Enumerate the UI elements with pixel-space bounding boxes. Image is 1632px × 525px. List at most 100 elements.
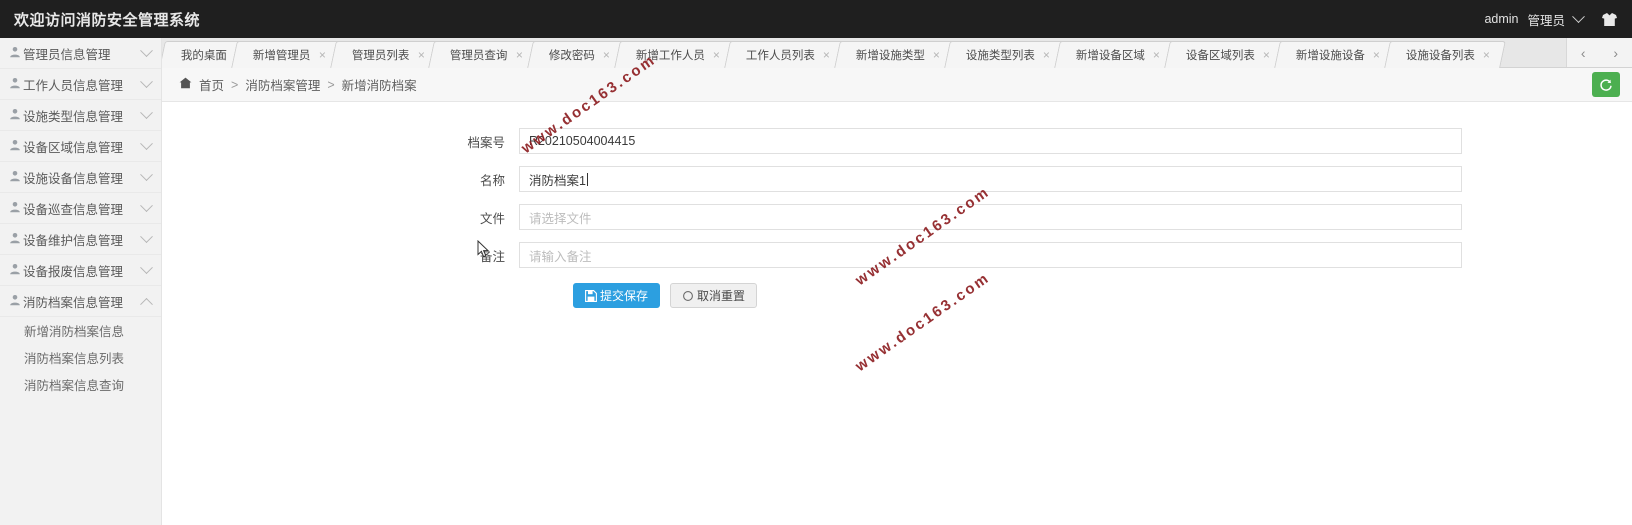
- sidebar-item-label: 管理员信息管理: [23, 47, 111, 62]
- close-icon[interactable]: ×: [712, 48, 719, 62]
- person-icon: [9, 201, 21, 216]
- refresh-button[interactable]: [1592, 72, 1620, 97]
- tab-admin-list[interactable]: 管理员列表 ×: [329, 41, 440, 68]
- tab-facility-device-list[interactable]: 设施设备列表 ×: [1383, 41, 1506, 68]
- close-icon[interactable]: ×: [1043, 48, 1050, 62]
- close-icon[interactable]: ×: [932, 48, 939, 62]
- tab-label: 新增设施设备: [1295, 50, 1365, 62]
- sidebar-item-facility-device-info[interactable]: 设施设备信息管理: [0, 162, 161, 193]
- tab-facility-type-list[interactable]: 设施类型列表 ×: [943, 41, 1066, 68]
- tab-add-staff[interactable]: 新增工作人员 ×: [613, 41, 736, 68]
- sidebar-submenu: 新增消防档案信息 消防档案信息列表 消防档案信息查询: [0, 317, 161, 398]
- close-icon[interactable]: ×: [318, 48, 325, 62]
- cancel-reset-button[interactable]: 取消重置: [670, 283, 758, 308]
- breadcrumb-item-archive-mgmt[interactable]: 消防档案管理: [245, 75, 320, 94]
- name-value: 消防档案1: [528, 173, 586, 188]
- chevron-down-icon[interactable]: [140, 136, 153, 150]
- sidebar-item-admin-info[interactable]: 管理员信息管理: [0, 38, 161, 69]
- remark-input[interactable]: 请输入备注: [518, 242, 1462, 268]
- chevron-down-icon[interactable]: [140, 105, 153, 119]
- shirt-icon[interactable]: [1601, 12, 1618, 27]
- close-icon[interactable]: ×: [1483, 48, 1490, 62]
- file-input[interactable]: 请选择文件: [518, 204, 1462, 230]
- close-icon[interactable]: ×: [417, 48, 424, 62]
- file-placeholder: 请选择文件: [528, 211, 592, 226]
- chevron-down-icon[interactable]: [140, 229, 153, 243]
- sidebar: 管理员信息管理 工作人员信息管理 设施类型信息管理 设备区域信息管理 设施设备信…: [0, 38, 162, 525]
- form-row-file: 文件 请选择文件: [162, 204, 1462, 230]
- chevron-right-icon[interactable]: ›: [1608, 45, 1623, 61]
- application-root: 欢迎访问消防安全管理系统 admin 管理员 管理员信息管理 工作人员信息管理 …: [0, 0, 1632, 525]
- close-icon[interactable]: ×: [1263, 48, 1270, 62]
- remark-placeholder: 请输入备注: [528, 249, 592, 264]
- breadcrumb-separator: >: [327, 77, 335, 92]
- tab-strip: 我的桌面 新增管理员 × 管理员列表 × 管理员查询 × 修改密码 × 新增工作…: [162, 38, 1565, 68]
- field-label-archive-no: 档案号: [467, 135, 505, 150]
- sidebar-item-facility-type-info[interactable]: 设施类型信息管理: [0, 100, 161, 131]
- sidebar-item-label: 工作人员信息管理: [23, 78, 124, 93]
- tab-label: 工作人员列表: [745, 50, 815, 62]
- tab-add-facility-device[interactable]: 新增设施设备 ×: [1273, 41, 1396, 68]
- reset-circle-icon: [683, 290, 693, 301]
- person-icon: [9, 263, 21, 278]
- chevron-down-icon[interactable]: [140, 43, 153, 57]
- tab-change-password[interactable]: 修改密码 ×: [526, 41, 626, 68]
- close-icon[interactable]: ×: [1153, 48, 1160, 62]
- tab-bar: 我的桌面 新增管理员 × 管理员列表 × 管理员查询 × 修改密码 × 新增工作…: [162, 38, 1632, 68]
- breadcrumb: 首页 > 消防档案管理 > 新增消防档案: [162, 75, 417, 94]
- chevron-up-icon[interactable]: [140, 297, 153, 311]
- submenu-item-label: 新增消防档案信息: [24, 325, 125, 339]
- sidebar-subitem-add-fire-archive[interactable]: 新增消防档案信息: [0, 317, 161, 344]
- tab-label: 新增设备区域: [1075, 50, 1145, 62]
- save-disk-icon: [585, 289, 597, 302]
- breadcrumb-item-home[interactable]: 首页: [199, 75, 224, 94]
- header-user-area[interactable]: admin 管理员: [1484, 9, 1632, 29]
- person-icon: [9, 294, 21, 309]
- tab-admin-query[interactable]: 管理员查询 ×: [428, 41, 539, 68]
- person-icon: [9, 46, 21, 61]
- sidebar-item-device-area-info[interactable]: 设备区域信息管理: [0, 131, 161, 162]
- tab-device-area-list[interactable]: 设备区域列表 ×: [1163, 41, 1286, 68]
- field-label-remark: 备注: [479, 249, 505, 264]
- chevron-down-icon[interactable]: [140, 260, 153, 274]
- archive-no-input[interactable]: R20210504004415: [518, 128, 1462, 154]
- sidebar-item-device-inspection-info[interactable]: 设备巡查信息管理: [0, 193, 161, 224]
- chevron-down-icon[interactable]: [140, 74, 153, 88]
- tab-label: 设施设备列表: [1405, 50, 1475, 62]
- chevron-down-icon[interactable]: [140, 167, 153, 181]
- person-icon: [9, 170, 21, 185]
- sidebar-item-label: 设施类型信息管理: [23, 109, 124, 124]
- tab-add-device-area[interactable]: 新增设备区域 ×: [1053, 41, 1176, 68]
- submenu-item-label: 消防档案信息查询: [24, 379, 125, 393]
- breadcrumb-separator: >: [231, 77, 239, 92]
- content-area: 档案号 R20210504004415 名称 消防档案1 文件 请选择文件 备注…: [162, 102, 1632, 525]
- chevron-down-icon[interactable]: [140, 198, 153, 212]
- close-icon[interactable]: ×: [822, 48, 829, 62]
- chevron-down-icon[interactable]: [1572, 9, 1585, 23]
- sidebar-item-device-scrap-info[interactable]: 设备报废信息管理: [0, 255, 161, 286]
- tab-staff-list[interactable]: 工作人员列表 ×: [723, 41, 846, 68]
- sidebar-item-fire-archive-info[interactable]: 消防档案信息管理: [0, 286, 161, 317]
- form-row-remark: 备注 请输入备注: [162, 242, 1462, 268]
- tab-label: 我的桌面: [180, 50, 227, 62]
- cancel-reset-label: 取消重置: [697, 289, 746, 303]
- sidebar-item-label: 消防档案信息管理: [23, 295, 124, 310]
- close-icon[interactable]: ×: [602, 48, 609, 62]
- submit-save-button[interactable]: 提交保存: [573, 283, 661, 308]
- sidebar-subitem-fire-archive-query[interactable]: 消防档案信息查询: [0, 371, 161, 398]
- tab-add-admin[interactable]: 新增管理员 ×: [231, 41, 342, 68]
- tab-add-facility-type[interactable]: 新增设施类型 ×: [833, 41, 956, 68]
- breadcrumb-bar: 首页 > 消防档案管理 > 新增消防档案: [162, 68, 1632, 102]
- chevron-left-icon[interactable]: ‹: [1576, 45, 1591, 61]
- tab-my-desktop[interactable]: 我的桌面: [162, 41, 243, 68]
- close-icon[interactable]: ×: [1373, 48, 1380, 62]
- sidebar-item-device-maintenance-info[interactable]: 设备维护信息管理: [0, 224, 161, 255]
- home-icon[interactable]: [179, 77, 192, 92]
- sidebar-subitem-fire-archive-list[interactable]: 消防档案信息列表: [0, 344, 161, 371]
- sidebar-item-staff-info[interactable]: 工作人员信息管理: [0, 69, 161, 100]
- tab-label: 管理员列表: [351, 50, 409, 62]
- close-icon[interactable]: ×: [515, 48, 522, 62]
- name-input[interactable]: 消防档案1: [518, 166, 1462, 192]
- refresh-icon: [1600, 78, 1612, 91]
- form-row-archive-no: 档案号 R20210504004415: [162, 128, 1462, 154]
